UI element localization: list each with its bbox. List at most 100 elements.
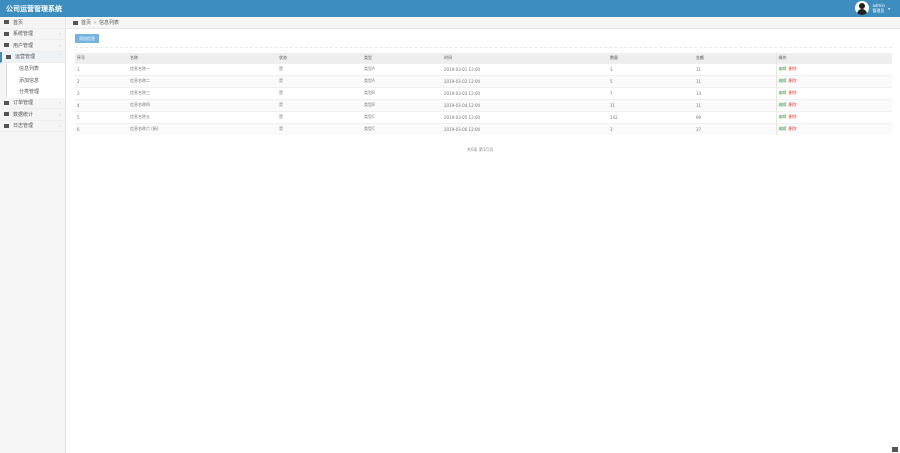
- sidebar-item-label: 用户管理: [13, 42, 34, 49]
- table-cell: 2019-03-03 12:00: [442, 86, 608, 99]
- edit-link[interactable]: 编辑: [779, 114, 787, 119]
- edit-link[interactable]: 编辑: [779, 126, 787, 131]
- table-cell: 5: [75, 110, 128, 123]
- table-cell: 11: [694, 74, 776, 87]
- delete-link[interactable]: 删除: [789, 78, 797, 83]
- sidebar-item-operations[interactable]: 运营管理 ˇ: [0, 51, 65, 63]
- edit-link[interactable]: 编辑: [779, 78, 787, 83]
- sidebar-item-label: 数据统计: [13, 111, 34, 118]
- edit-link[interactable]: 编辑: [779, 66, 787, 71]
- table-cell: 2: [75, 74, 128, 87]
- grid-icon: [6, 54, 11, 59]
- sidebar-subitem-category[interactable]: 分类管理: [6, 86, 65, 98]
- table-cell: 类型B: [362, 98, 442, 111]
- table-cell: 6: [75, 122, 128, 135]
- log-icon: [4, 123, 9, 128]
- delete-link[interactable]: 删除: [789, 126, 797, 131]
- column-header: 状态: [277, 53, 362, 63]
- breadcrumb-home[interactable]: 首页: [81, 19, 91, 26]
- sidebar-item-system[interactable]: 系统管理 ‹: [0, 29, 65, 40]
- table-cell: 是: [277, 74, 362, 87]
- gear-icon: [4, 31, 9, 36]
- table-cell: 4: [75, 98, 128, 111]
- column-header: 类型: [362, 53, 442, 63]
- table-cell: 信息名称四: [128, 98, 277, 111]
- chevron-icon: ˇ: [59, 54, 61, 60]
- column-header: 操作: [775, 53, 892, 63]
- add-button[interactable]: 添加信息: [75, 34, 99, 43]
- sidebar-item-label: 系统管理: [13, 31, 34, 38]
- home-icon: [73, 20, 78, 25]
- sidebar-item-label: 运营管理: [15, 54, 36, 61]
- chart-icon: [4, 112, 9, 117]
- pagination: 共6条 第1/1页: [467, 147, 494, 152]
- table-cell: 类型A: [362, 62, 442, 75]
- table-row: 3 信息名称三是类型B 2019-03-03 12:00 7 14 编辑 删除: [75, 86, 892, 99]
- chevron-icon: ‹: [59, 111, 61, 117]
- table-cell: 类型B: [362, 86, 442, 99]
- sidebar-subitem-list[interactable]: 信息列表: [6, 63, 65, 75]
- table-cell: 信息名称六 (新): [128, 122, 277, 135]
- delete-link[interactable]: 删除: [789, 102, 797, 107]
- actions-cell: 编辑 删除: [775, 86, 892, 99]
- calendar-icon: [4, 100, 9, 105]
- table-cell: 11: [694, 62, 776, 75]
- column-header: 金额: [694, 53, 776, 63]
- table-cell: 2019-03-05 12:00: [442, 110, 608, 123]
- table-cell: 信息名称三: [128, 86, 277, 99]
- user-name: admin: [872, 2, 885, 8]
- table-row: 6 信息名称六 (新) 是类型C 2019-03-06 12:00 3 37 编辑 删除: [75, 122, 892, 135]
- table-cell: 信息名称五: [128, 110, 277, 123]
- table-cell: 37: [694, 122, 776, 135]
- table-cell: 2019-03-06 12:00: [442, 122, 608, 135]
- home-icon: [4, 20, 9, 25]
- column-header: 时间: [442, 53, 608, 63]
- table-cell: 类型C: [362, 122, 442, 135]
- avatar: [855, 1, 870, 15]
- scroll-top-icon[interactable]: [892, 447, 898, 452]
- breadcrumb-separator: ›: [94, 19, 97, 26]
- sidebar-item-orders[interactable]: 订单管理 ‹: [0, 98, 65, 109]
- chevron-icon: ‹: [59, 100, 61, 106]
- sidebar-item-stats[interactable]: 数据统计 ‹: [0, 109, 65, 121]
- column-header: 数量: [608, 53, 694, 63]
- column-header: 名称: [128, 53, 277, 63]
- edit-link[interactable]: 编辑: [779, 102, 787, 107]
- user-menu[interactable]: admin 管理员 ▾: [855, 1, 890, 15]
- sidebar-subitem-add[interactable]: 添加信息: [6, 74, 65, 86]
- sidebar-item-label: 订单管理: [13, 100, 34, 107]
- main-content: 首页 › 信息列表 添加信息 序号 名称 状态 类型 时间 数量 金额 操作 1 信息名称一是类型…: [67, 17, 900, 453]
- divider: [75, 47, 892, 48]
- table-cell: 是: [277, 62, 362, 75]
- table-cell: 2019-03-01 12:00: [442, 62, 608, 75]
- table-cell: 3: [608, 122, 694, 135]
- sidebar-item-label: 日志管理: [13, 123, 34, 130]
- table-cell: 99: [694, 110, 776, 123]
- sidebar-item-users[interactable]: 用户管理 ‹: [0, 40, 65, 52]
- chevron-icon: ‹: [59, 123, 61, 129]
- table-cell: 14: [694, 86, 776, 99]
- breadcrumb: 首页 › 信息列表: [67, 17, 900, 29]
- delete-link[interactable]: 删除: [789, 114, 797, 119]
- sidebar-item-home[interactable]: 首页: [0, 17, 65, 29]
- table-cell: 是: [277, 98, 362, 111]
- table-row: 4 信息名称四是类型B 2019-03-04 12:00 11 11 编辑 删除: [75, 98, 892, 111]
- actions-cell: 编辑 删除: [775, 122, 892, 135]
- sidebar: 首页 系统管理 ‹ 用户管理 ‹ 运营管理 ˇ 信息列表 添加信息 分类管理 订单管理…: [0, 17, 66, 453]
- sidebar-item-logs[interactable]: 日志管理 ‹: [0, 121, 65, 132]
- table-cell: 类型C: [362, 110, 442, 123]
- chevron-icon: ‹: [59, 31, 61, 37]
- table-cell: 信息名称一: [128, 62, 277, 75]
- app-title: 公司运营管理系统: [6, 5, 62, 13]
- table-cell: 142: [608, 110, 694, 123]
- table-cell: 是: [277, 86, 362, 99]
- user-role: 管理员: [872, 7, 885, 13]
- table-row: 5 信息名称五是类型C 2019-03-05 12:00 142 99 编辑 删除: [75, 110, 892, 123]
- delete-link[interactable]: 删除: [789, 90, 797, 95]
- edit-link[interactable]: 编辑: [779, 90, 787, 95]
- table-cell: 是: [277, 122, 362, 135]
- table-row: 1 信息名称一是类型A 2019-03-01 12:00 3 11 编辑 删除: [75, 62, 892, 75]
- chevron-icon: ‹: [59, 42, 61, 48]
- table-cell: 3: [75, 86, 128, 99]
- delete-link[interactable]: 删除: [789, 66, 797, 71]
